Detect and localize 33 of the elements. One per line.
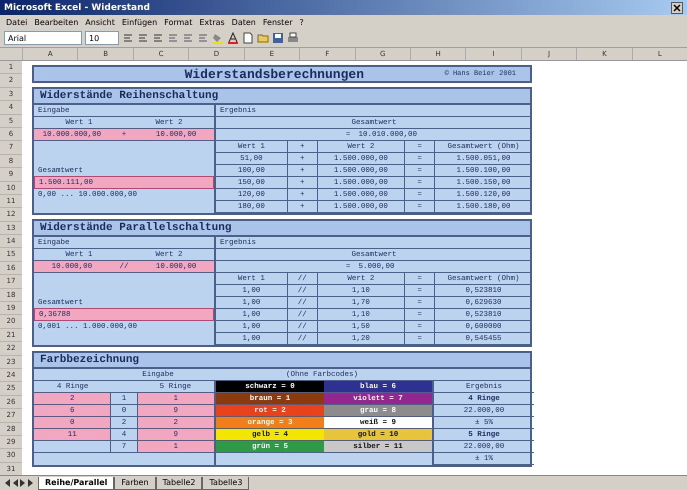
- panel-title: Farbbezeichnung: [34, 353, 530, 369]
- menu-item[interactable]: Format: [164, 18, 192, 26]
- align-icon[interactable]: [122, 32, 134, 44]
- print-icon[interactable]: [287, 32, 299, 44]
- align-icon[interactable]: [197, 32, 209, 44]
- menu-item[interactable]: Bearbeiten: [34, 18, 78, 26]
- menu-item[interactable]: Daten: [232, 18, 256, 26]
- align-icon[interactable]: [152, 32, 164, 44]
- align-icon[interactable]: [137, 32, 149, 44]
- font-field[interactable]: Arial: [4, 31, 82, 45]
- close-icon[interactable]: [671, 2, 683, 14]
- sheet-tab[interactable]: Reihe/Parallel: [38, 477, 114, 490]
- sheet-tab[interactable]: Farben: [114, 477, 156, 490]
- menu-item[interactable]: Fenster: [262, 18, 293, 26]
- sheet-title: Widerstandsberechnungen: [184, 66, 365, 82]
- save-icon[interactable]: [272, 32, 284, 44]
- menu-item[interactable]: Ansicht: [85, 18, 115, 26]
- sheet-navigation-icon[interactable]: [4, 478, 34, 488]
- sheet-tab[interactable]: Tabelle2: [156, 477, 202, 490]
- panel-title: Widerstände Reihenschaltung: [34, 89, 530, 105]
- menu-item[interactable]: Extras: [199, 18, 225, 26]
- window-title: Microsoft Excel - Widerstand: [4, 2, 150, 12]
- menu-item[interactable]: ?: [300, 18, 304, 26]
- panel-title: Widerstände Parallelschaltung: [34, 221, 530, 237]
- size-field[interactable]: 10: [85, 31, 119, 45]
- align-icon[interactable]: [167, 32, 179, 44]
- align-icon[interactable]: [182, 32, 194, 44]
- font-color-icon[interactable]: [227, 32, 239, 44]
- menu-item[interactable]: Einfügen: [122, 18, 158, 26]
- menu-item[interactable]: Datei: [6, 18, 28, 26]
- sheet-tab[interactable]: Tabelle3: [202, 477, 250, 490]
- new-file-icon[interactable]: [242, 32, 254, 44]
- fill-color-icon[interactable]: [212, 32, 224, 44]
